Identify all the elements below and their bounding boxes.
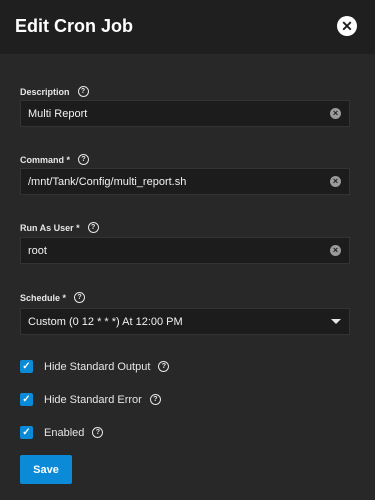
description-value[interactable]: Multi Report xyxy=(21,108,330,120)
run-as-user-value[interactable]: root xyxy=(21,245,330,257)
clear-icon[interactable]: × xyxy=(330,245,341,256)
clear-icon[interactable]: × xyxy=(330,176,341,187)
help-icon[interactable]: ? xyxy=(77,86,89,97)
save-button[interactable]: Save xyxy=(20,455,72,484)
command-input[interactable]: /mnt/Tank/Config/multi_report.sh × xyxy=(20,168,350,195)
command-label-row: Command * ? xyxy=(20,154,90,165)
schedule-value[interactable]: Custom (0 12 * * *) At 12:00 PM xyxy=(21,316,331,328)
schedule-select[interactable]: Custom (0 12 * * *) At 12:00 PM xyxy=(20,308,350,335)
run-as-user-label-row: Run As User * ? xyxy=(20,222,99,233)
enabled-row[interactable]: ✓ Enabled ? xyxy=(20,426,104,439)
dialog-title: Edit Cron Job xyxy=(15,16,133,36)
command-value[interactable]: /mnt/Tank/Config/multi_report.sh xyxy=(21,176,330,188)
hide-stdout-row[interactable]: ✓ Hide Standard Output ? xyxy=(20,360,170,373)
close-button[interactable]: ✕ xyxy=(337,16,357,36)
description-label-row: Description ? xyxy=(20,86,89,97)
hide-stdout-label[interactable]: Hide Standard Output xyxy=(44,361,150,373)
run-as-user-input[interactable]: root × xyxy=(20,237,350,264)
enabled-checkbox[interactable]: ✓ xyxy=(20,426,33,439)
schedule-label-row: Schedule * ? xyxy=(20,292,86,303)
schedule-label: Schedule * xyxy=(20,292,67,303)
close-icon: ✕ xyxy=(341,18,353,34)
check-icon: ✓ xyxy=(22,426,31,438)
hide-stderr-checkbox[interactable]: ✓ xyxy=(20,393,33,406)
command-label: Command * xyxy=(20,154,71,165)
help-icon[interactable]: ? xyxy=(158,361,170,372)
hide-stderr-label[interactable]: Hide Standard Error xyxy=(44,394,142,406)
hide-stderr-row[interactable]: ✓ Hide Standard Error ? xyxy=(20,393,161,406)
help-icon[interactable]: ? xyxy=(87,222,99,233)
caret-down-icon[interactable] xyxy=(331,319,341,324)
help-icon[interactable]: ? xyxy=(74,292,86,303)
check-icon: ✓ xyxy=(22,393,31,405)
run-as-user-label: Run As User * xyxy=(20,222,80,233)
check-icon: ✓ xyxy=(22,360,31,372)
enabled-label[interactable]: Enabled xyxy=(44,427,84,439)
description-input[interactable]: Multi Report × xyxy=(20,100,350,127)
description-label: Description xyxy=(20,86,70,97)
help-icon[interactable]: ? xyxy=(149,394,161,405)
help-icon[interactable]: ? xyxy=(78,154,90,165)
dialog-header: Edit Cron Job ✕ xyxy=(0,0,375,54)
hide-stdout-checkbox[interactable]: ✓ xyxy=(20,360,33,373)
clear-icon[interactable]: × xyxy=(330,108,341,119)
help-icon[interactable]: ? xyxy=(92,427,104,438)
